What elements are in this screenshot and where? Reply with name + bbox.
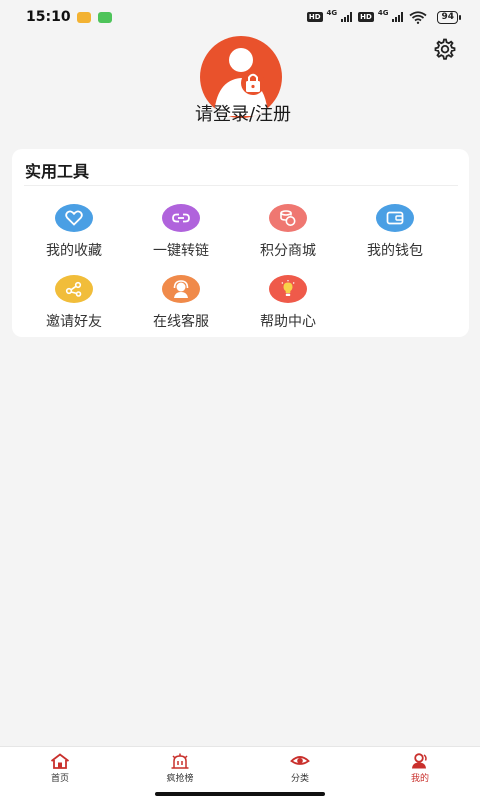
gear-icon <box>434 38 456 60</box>
tool-favorites[interactable]: 我的收藏 <box>19 204 129 268</box>
login-register-link[interactable]: 请登录/注册 <box>0 100 480 126</box>
nav-label: 我的 <box>410 774 429 784</box>
tool-customer-service[interactable]: 在线客服 <box>126 275 236 339</box>
link-icon <box>162 204 200 232</box>
customer-service-icon <box>162 275 200 303</box>
home-indicator <box>155 792 325 796</box>
settings-button[interactable] <box>433 37 457 61</box>
status-indicators: HD 4G HD 4G 94 <box>306 9 461 24</box>
nav-home[interactable]: 首页 <box>20 747 100 793</box>
network-type-2: 4G <box>377 9 389 17</box>
tool-wallet[interactable]: 我的钱包 <box>340 204 450 268</box>
status-bar: 15:10 HD 4G HD 4G 94 <box>0 0 480 34</box>
tool-convert-link[interactable]: 一键转链 <box>126 204 236 268</box>
signal-icon <box>341 12 353 22</box>
divider <box>24 185 458 186</box>
tool-label: 帮助中心 <box>260 314 316 330</box>
tools-title: 实用工具 <box>25 162 90 181</box>
app-notification-icon <box>97 11 112 23</box>
tool-help-center[interactable]: 帮助中心 <box>233 275 343 339</box>
status-time: 15:10 <box>26 9 71 25</box>
coins-icon <box>269 204 307 232</box>
tool-invite-friends[interactable]: 邀请好友 <box>19 275 129 339</box>
wifi-icon <box>409 10 428 24</box>
wallet-icon <box>376 204 414 232</box>
nav-label: 分类 <box>290 774 309 784</box>
eye-icon <box>290 756 310 765</box>
heart-icon <box>55 204 93 232</box>
tool-label: 我的收藏 <box>46 243 102 259</box>
tool-label: 在线客服 <box>153 314 209 330</box>
nav-ranking[interactable]: 疯抢榜 <box>140 747 220 793</box>
user-icon <box>412 753 427 769</box>
tool-points-mall[interactable]: 积分商城 <box>233 204 343 268</box>
message-notification-icon <box>76 11 91 23</box>
nav-category[interactable]: 分类 <box>260 747 340 793</box>
tool-label: 一键转链 <box>153 243 209 259</box>
nav-label: 疯抢榜 <box>166 774 194 784</box>
lightbulb-icon <box>269 275 307 303</box>
network-type: 4G <box>326 9 338 17</box>
share-icon <box>55 275 93 303</box>
tool-label: 积分商城 <box>260 243 316 259</box>
signal-icon-2 <box>392 12 404 22</box>
ranking-icon <box>171 753 189 769</box>
home-icon <box>50 753 70 769</box>
hd-badge: HD <box>306 12 323 22</box>
hd-badge-2: HD <box>358 12 374 22</box>
tool-label: 我的钱包 <box>367 243 423 259</box>
nav-mine[interactable]: 我的 <box>380 747 460 793</box>
nav-label: 首页 <box>50 774 69 784</box>
tools-card: 实用工具 我的收藏 一键转链 积分商城 我的钱包 邀请好友 在线客服 帮助中心 <box>12 149 469 337</box>
battery-indicator: 94 <box>437 10 461 24</box>
tool-label: 邀请好友 <box>46 314 102 330</box>
